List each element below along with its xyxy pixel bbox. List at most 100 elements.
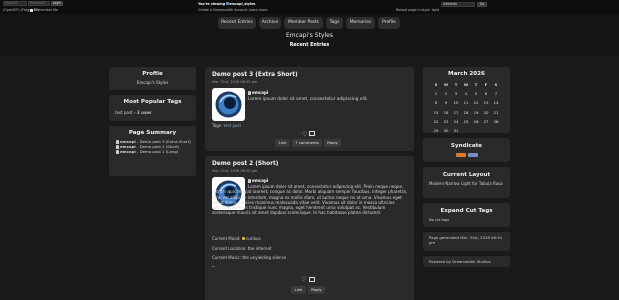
calendar-weekday: S: [434, 82, 438, 87]
calendar-day: 14: [493, 100, 499, 106]
user-icon: [116, 139, 119, 144]
reply-button[interactable]: Reply: [308, 286, 325, 294]
go-button[interactable]: Go: [477, 2, 487, 7]
calendar-day: 7: [494, 91, 498, 97]
current-layout-panel: Current Layout Modern Narrow Light for T…: [423, 167, 510, 198]
reload-style-label: Reload page in style:: [396, 8, 431, 12]
calendar-title[interactable]: March 2026: [423, 71, 510, 77]
music-label: Current Music:: [212, 255, 242, 260]
rss-atom-button[interactable]: [456, 153, 466, 157]
tag-entry: test post - 3 uses: [115, 110, 196, 115]
create-account-link[interactable]: Create a Dreamwidth Account: [198, 8, 248, 12]
calendar-weekday: S: [494, 82, 498, 87]
user-icon: [248, 178, 251, 183]
rss-feed-button[interactable]: [468, 153, 478, 157]
calendar-day: 29: [433, 128, 439, 133]
calendar-weekday: T: [474, 82, 478, 87]
viewing-prefix: You're viewing: [198, 2, 226, 6]
create-account-line: Create a Dreamwidth Account Learn more: [198, 8, 267, 12]
calendar-day: 28: [493, 118, 499, 124]
calendar-day: 9: [444, 100, 448, 106]
popular-tags-title: Most Popular Tags: [123, 99, 182, 105]
current-music: Current Music: the unyielding silence: [212, 255, 286, 260]
powered-by-panel: Powered by Dreamwidth Studios: [423, 256, 510, 267]
profile-panel: Profile Emcapi's Styles: [109, 67, 196, 90]
page-subtitle: Recent Entries: [289, 43, 330, 48]
entry-demo-post-2: Demo post 2 (Short) Mar. 21st, 2026 06:2…: [205, 156, 414, 271]
reload-style-line: Reload page in style: light: [396, 8, 439, 12]
mood-value: curious: [246, 236, 261, 241]
calendar-day: 16: [443, 109, 449, 115]
nav-profile[interactable]: Profile: [378, 17, 400, 29]
password-input[interactable]: Password: [28, 1, 50, 6]
entry-title[interactable]: Demo post 2 (Short): [212, 161, 278, 167]
heart-icon[interactable]: ♡: [302, 131, 307, 138]
entry-date[interactable]: Mar. 21st, 2026 06:05 pm: [212, 80, 257, 84]
profile-title: Profile: [142, 71, 163, 77]
powered-by-text[interactable]: Powered by Dreamwidth Studios: [429, 259, 510, 264]
current-location: Current Location: the internet: [212, 246, 272, 251]
nav-memories[interactable]: Memories: [346, 17, 375, 29]
link-button[interactable]: Link: [291, 286, 306, 294]
calendar-weekday: W: [463, 82, 469, 87]
calendar-day: 6: [484, 91, 488, 97]
nav-tags[interactable]: Tags: [326, 17, 343, 29]
music-value: the unyielding silence: [242, 255, 287, 260]
calendar-day: 25: [463, 118, 469, 124]
entry-user[interactable]: emcapi: [248, 178, 268, 183]
entry-user-name[interactable]: emcapi: [252, 178, 268, 183]
entry-user[interactable]: emcapi: [248, 90, 268, 95]
calendar-weekday: M: [444, 82, 448, 87]
entry-title[interactable]: Demo post 3 (Extra Short): [212, 72, 298, 78]
userpic[interactable]: [212, 88, 245, 121]
cut-tags-value: No cut tags: [429, 218, 450, 222]
link-button[interactable]: Link: [275, 139, 290, 147]
calendar-day: 18: [463, 109, 469, 115]
current-mood: Current Mood: curious: [212, 236, 261, 241]
calendar-day: 22: [433, 118, 439, 124]
envelope-icon[interactable]: [309, 277, 315, 282]
tag-link[interactable]: test post: [223, 123, 241, 128]
calendar-day: 15: [433, 109, 439, 115]
mood-icon: [241, 237, 245, 240]
calendar-day: 3: [454, 91, 458, 97]
calendar-day: 27: [483, 118, 489, 124]
calendar-day: 23: [443, 118, 449, 124]
calendar-day: 19: [473, 109, 479, 115]
search-select[interactable]: Interests: [441, 2, 475, 7]
profile-name[interactable]: Emcapi's Styles: [109, 80, 196, 85]
user-icon: [116, 149, 119, 154]
summary-user[interactable]: emcapi: [120, 149, 136, 154]
remember-checkbox[interactable]: [30, 8, 33, 12]
login-button[interactable]: Login: [51, 1, 63, 6]
nav-archive[interactable]: Archive: [259, 17, 281, 29]
comments-button[interactable]: 7 comments: [292, 139, 322, 147]
syndicate-panel: Syndicate: [423, 138, 510, 162]
entry-2-footer: [205, 267, 414, 300]
summary-item[interactable]: emcapi - Demo post 1 (Long): [116, 149, 192, 154]
username-input[interactable]: OpenID: [3, 1, 27, 6]
calendar-day: 10: [453, 100, 459, 106]
envelope-icon[interactable]: [309, 131, 315, 136]
nav-recent-entries[interactable]: Recent Entries: [218, 17, 256, 29]
calendar-day: 13: [483, 100, 489, 106]
tag-link[interactable]: test post: [115, 110, 133, 115]
reload-style-link[interactable]: light: [432, 8, 439, 12]
location-value: the internet: [247, 246, 272, 251]
learn-more-link[interactable]: Learn more: [249, 8, 268, 12]
reply-button[interactable]: Reply: [324, 139, 341, 147]
nav-member-posts[interactable]: Member Posts: [284, 17, 323, 29]
calendar-weekday: F: [484, 82, 488, 87]
entry-user-name[interactable]: emcapi: [252, 90, 268, 95]
entry-body: Lorem ipsum dolor sit amet, consectetur …: [248, 97, 368, 102]
page-summary-panel: Page Summary emcapi - Demo post 3 (Extra…: [109, 126, 196, 176]
entry-date[interactable]: Mar. 21st, 2026 06:20 pm: [212, 169, 257, 173]
viewing-user[interactable]: emcapi: [229, 2, 242, 6]
page-generated-text: Page generated Mar. 31st, 2026 06:34 pm: [429, 235, 502, 245]
userpic-icon: [215, 91, 242, 118]
summary-link[interactable]: - Demo post 1 (Long): [137, 149, 178, 154]
heart-icon[interactable]: ♡: [301, 276, 306, 283]
remember-label: Remember Me: [34, 8, 59, 12]
page-generated-panel: Page generated Mar. 31st, 2026 06:34 pm: [423, 232, 510, 251]
calendar-day: 5: [474, 91, 478, 97]
